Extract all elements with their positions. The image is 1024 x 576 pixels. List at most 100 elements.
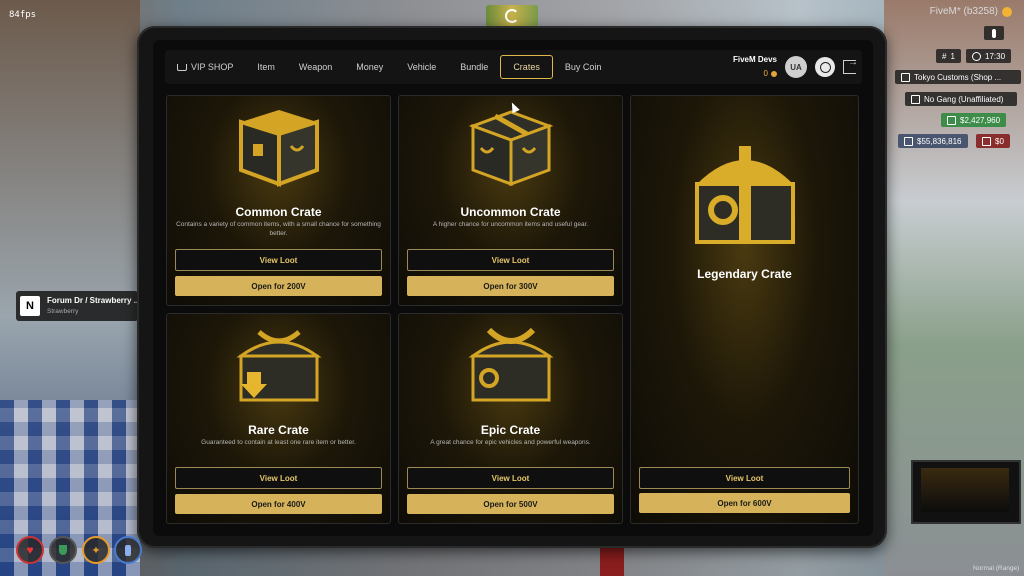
- minimap: [911, 460, 1021, 524]
- open-crate-button[interactable]: Open for 200V: [175, 276, 382, 296]
- crate-title: Epic Crate: [480, 423, 541, 437]
- tab-buy-coin[interactable]: Buy Coin: [553, 56, 614, 78]
- armor-indicator: [49, 536, 77, 564]
- fivem-build-label: FiveM* (b3258): [930, 6, 1012, 17]
- open-crate-button[interactable]: Open for 600V: [639, 493, 850, 513]
- clock-badge: 17:30: [966, 49, 1012, 63]
- tab-label: Crates: [513, 62, 540, 72]
- shield-icon: [59, 545, 67, 555]
- crate-card-uncommon: Uncommon Crate A higher chance for uncom…: [398, 95, 623, 306]
- crate-card-legendary: Legendary Crate View Loot Open for 600V: [630, 95, 859, 524]
- job-badge: Tokyo Customs (Shop ...: [895, 70, 1021, 84]
- tab-label: Item: [257, 62, 275, 72]
- legendary-chest-icon: [694, 146, 795, 244]
- tab-bundle[interactable]: Bundle: [448, 56, 500, 78]
- notification-title: Forum Dr / Strawberry ...: [47, 296, 141, 305]
- north-icon: N: [20, 296, 40, 316]
- bank-icon: [904, 136, 913, 146]
- open-crate-button[interactable]: Open for 500V: [407, 494, 614, 514]
- tab-label: Buy Coin: [564, 62, 602, 72]
- gang-label: No Gang (Unaffiliated): [924, 94, 1004, 104]
- tab-label: Vehicle: [407, 62, 437, 72]
- thirst-indicator: [114, 536, 142, 564]
- fivem-build-text: FiveM* (b3258): [929, 6, 998, 17]
- heart-icon: ♥: [26, 543, 34, 557]
- fps-counter: 84fps: [9, 10, 37, 20]
- coin-icon: [771, 71, 777, 77]
- tab-label: VIP SHOP: [191, 62, 234, 72]
- logout-icon[interactable]: [843, 57, 858, 74]
- tab-vip-shop[interactable]: VIP SHOP: [165, 56, 245, 78]
- view-loot-button[interactable]: View Loot: [639, 467, 850, 489]
- location-notification: N Forum Dr / Strawberry ... Strawberry: [16, 291, 141, 321]
- tab-item[interactable]: Item: [245, 56, 287, 78]
- bank-badge: $55,836,816: [898, 134, 968, 148]
- tab-label: Bundle: [460, 62, 489, 72]
- health-indicator: ♥: [16, 536, 44, 564]
- crate-card-epic: Epic Crate A great chance for epic vehic…: [398, 313, 623, 524]
- mic-muted-indicator: [984, 26, 1004, 40]
- dirty-money-icon: [982, 136, 991, 146]
- tab-label: Money: [356, 62, 384, 72]
- clock-time: 17:30: [985, 51, 1006, 61]
- player-id-badge: #1: [936, 49, 961, 63]
- mic-muted-icon: [992, 28, 996, 38]
- common-chest-icon: [238, 110, 319, 187]
- shop-screen: VIP SHOP Item Weapon Money Vehicle Bundl…: [153, 40, 873, 536]
- crate-description: Guaranteed to contain at least one rare …: [201, 439, 356, 446]
- hash-icon: #: [942, 51, 947, 61]
- tab-weapon[interactable]: Weapon: [287, 56, 344, 78]
- voice-mode-label: Normal (Range): [973, 565, 1020, 572]
- gang-badge: No Gang (Unaffiliated): [905, 92, 1017, 106]
- avatar[interactable]: UA: [785, 56, 807, 78]
- notification-subtitle: Strawberry: [47, 308, 79, 315]
- crate-description: A higher chance for uncommon items and u…: [432, 221, 589, 228]
- user-name: FiveM Devs: [732, 55, 777, 64]
- minimap-view: [921, 468, 1009, 512]
- smiley-icon: [1002, 6, 1012, 17]
- cash-badge: $2,427,960: [941, 113, 1007, 127]
- crate-title: Legendary Crate: [697, 267, 792, 281]
- food-icon: ✦: [91, 544, 101, 557]
- cart-icon: [177, 63, 187, 71]
- tab-label: Weapon: [298, 62, 333, 72]
- shop-nav-bar: VIP SHOP Item Weapon Money Vehicle Bundl…: [165, 50, 862, 84]
- cash-icon: [947, 115, 956, 125]
- briefcase-icon: [901, 72, 910, 82]
- crate-title: Rare Crate: [248, 423, 309, 437]
- dirty-money-amount: $0: [995, 136, 1004, 146]
- crate-description: A great chance for epic vehicles and pow…: [430, 439, 591, 446]
- tab-crates[interactable]: Crates: [500, 55, 553, 79]
- cash-amount: $2,427,960: [960, 115, 1001, 125]
- tab-money[interactable]: Money: [344, 56, 395, 78]
- open-crate-button[interactable]: Open for 300V: [407, 276, 614, 296]
- water-icon: [125, 544, 131, 556]
- server-logo: [486, 5, 538, 27]
- open-crate-button[interactable]: Open for 400V: [175, 494, 382, 514]
- view-loot-button[interactable]: View Loot: [407, 467, 614, 489]
- crate-title: Uncommon Crate: [460, 205, 561, 219]
- uncommon-chest-icon: [468, 110, 553, 187]
- view-loot-button[interactable]: View Loot: [407, 249, 614, 271]
- view-loot-button[interactable]: View Loot: [175, 467, 382, 489]
- player-id: 1: [950, 51, 955, 61]
- view-loot-button[interactable]: View Loot: [175, 249, 382, 271]
- hunger-indicator: ✦: [82, 536, 110, 564]
- vip-badge-icon[interactable]: [815, 57, 835, 77]
- epic-chest-icon: [467, 327, 554, 402]
- crate-card-common: Common Crate Contains a variety of commo…: [166, 95, 391, 306]
- crate-description: Contains a variety of common items, with…: [176, 221, 381, 237]
- dirty-money-badge: $0: [976, 134, 1010, 148]
- user-info: FiveM Devs 0: [733, 54, 777, 80]
- user-area: FiveM Devs 0 UA: [733, 54, 862, 80]
- gang-icon: [911, 94, 920, 104]
- loading-icon: [505, 9, 519, 23]
- crate-title: Common Crate: [235, 205, 322, 219]
- tab-vehicle[interactable]: Vehicle: [395, 56, 448, 78]
- bank-amount: $55,836,816: [917, 136, 962, 146]
- rare-chest-icon: [235, 330, 322, 402]
- coin-balance: 0: [764, 68, 777, 80]
- crate-card-rare: Rare Crate Guaranteed to contain at leas…: [166, 313, 391, 524]
- clock-icon: [972, 51, 981, 61]
- job-label: Tokyo Customs (Shop ...: [914, 72, 1002, 82]
